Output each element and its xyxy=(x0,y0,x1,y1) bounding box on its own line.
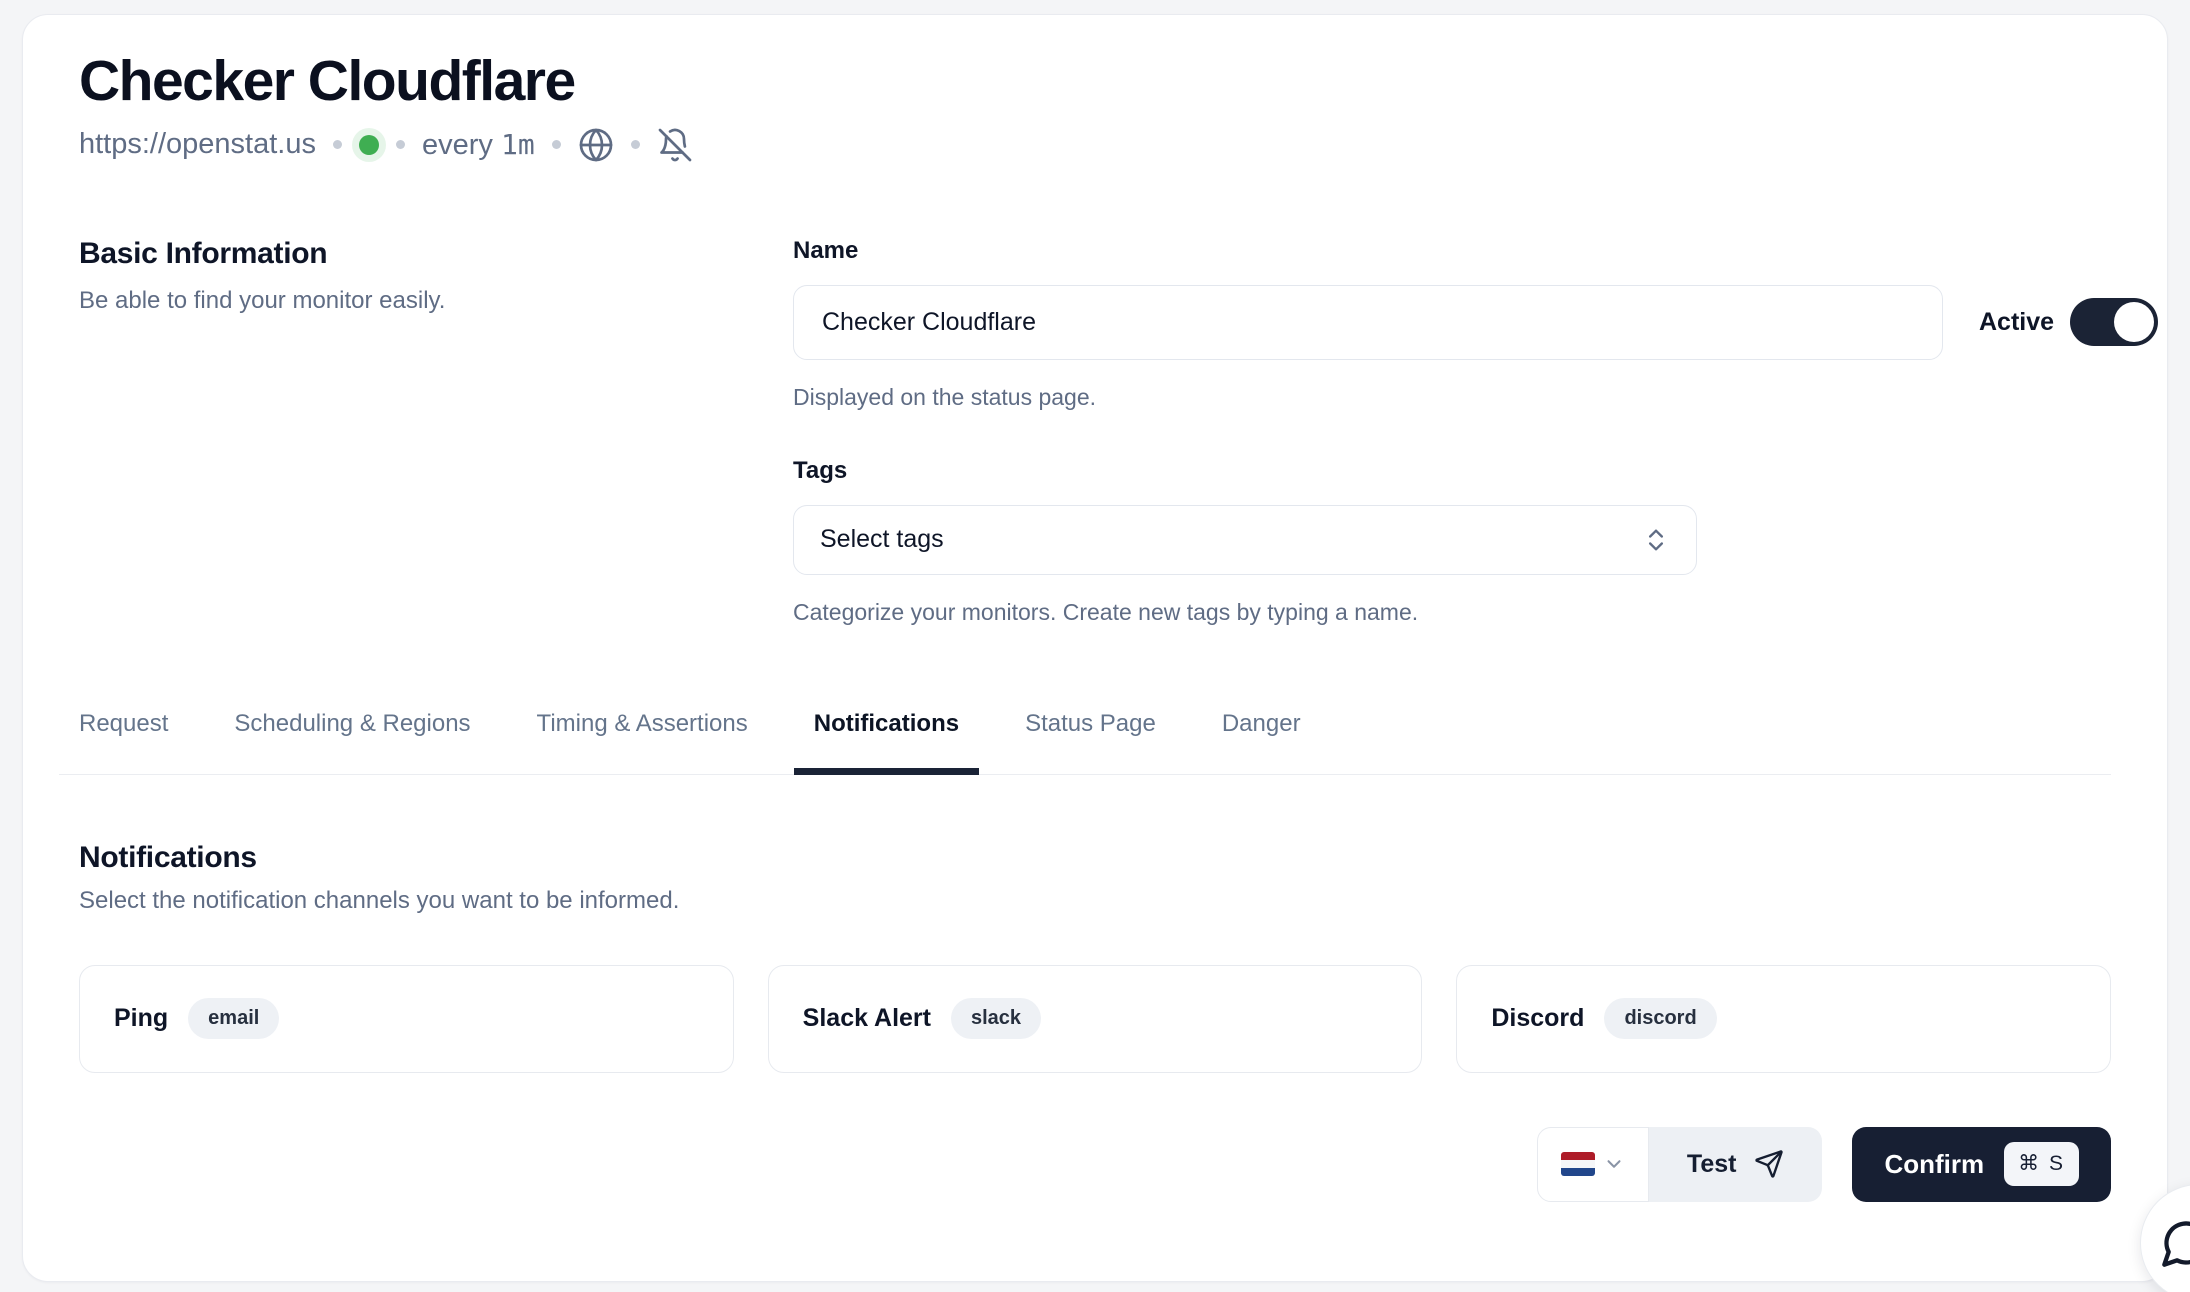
separator-dot xyxy=(551,140,561,150)
tags-select-placeholder: Select tags xyxy=(820,525,944,554)
test-button[interactable]: Test xyxy=(1648,1126,1823,1202)
frequency-value: 1m xyxy=(500,127,535,161)
footer-actions: Test Confirm ⌘ S xyxy=(79,1126,2111,1202)
test-button-label: Test xyxy=(1686,1149,1737,1178)
channel-name: Discord xyxy=(1491,1004,1585,1033)
channel-card-discord[interactable]: Discord discord xyxy=(1456,964,2112,1073)
basic-information-heading: Basic Information xyxy=(79,236,328,270)
separator-dot xyxy=(332,140,342,150)
active-toggle-group: Active xyxy=(1979,298,2159,347)
chevrons-up-down-icon xyxy=(1649,529,1663,551)
active-label: Active xyxy=(1979,307,2055,336)
channel-name: Slack Alert xyxy=(802,1004,931,1033)
tags-help-text: Categorize your monitors. Create new tag… xyxy=(793,598,1419,625)
notifications-heading: Notifications xyxy=(79,840,257,874)
monitor-meta-row: https://openstat.us every 1m xyxy=(79,127,2111,163)
tags-field: Tags Select tags Categorize your monitor… xyxy=(793,457,2158,626)
send-icon xyxy=(1755,1150,1784,1178)
settings-tabs: Request Scheduling & Regions Timing & As… xyxy=(59,710,2111,775)
channel-card-slack-alert[interactable]: Slack Alert slack xyxy=(767,964,1423,1073)
frequency-prefix: every xyxy=(421,128,493,161)
name-field-label: Name xyxy=(793,236,859,264)
basic-information-description: Be able to find your monitor easily. xyxy=(79,286,446,314)
channel-name: Ping xyxy=(114,1004,169,1033)
monitor-url: https://openstat.us xyxy=(79,128,316,161)
basic-information-intro: Basic Information Be able to find your m… xyxy=(79,237,793,626)
name-help-text: Displayed on the status page. xyxy=(793,383,1097,410)
name-input[interactable] xyxy=(793,284,1943,360)
tab-timing-assertions[interactable]: Timing & Assertions xyxy=(517,710,768,775)
chevron-down-icon xyxy=(1607,1160,1621,1168)
tab-notifications[interactable]: Notifications xyxy=(793,710,980,775)
test-region-dropdown[interactable] xyxy=(1536,1126,1649,1202)
confirm-button[interactable]: Confirm ⌘ S xyxy=(1852,1126,2111,1202)
frequency-text: every 1m xyxy=(422,128,535,162)
tab-scheduling-regions[interactable]: Scheduling & Regions xyxy=(214,710,490,775)
tab-danger[interactable]: Danger xyxy=(1202,710,1321,775)
test-button-group: Test xyxy=(1536,1126,1823,1202)
tags-select[interactable]: Select tags xyxy=(793,504,1697,575)
status-up-dot xyxy=(358,134,379,155)
active-toggle[interactable] xyxy=(2070,298,2159,347)
toggle-knob xyxy=(2114,302,2155,343)
tags-field-label: Tags xyxy=(793,456,848,484)
monitor-settings-card: Checker Cloudflare https://openstat.us e… xyxy=(22,14,2168,1282)
separator-dot xyxy=(395,140,405,150)
basic-information-section: Basic Information Be able to find your m… xyxy=(79,237,2159,626)
channel-card-ping[interactable]: Ping email xyxy=(79,964,734,1073)
netherlands-flag-icon xyxy=(1560,1152,1595,1177)
tab-request[interactable]: Request xyxy=(59,710,188,775)
page-title: Checker Cloudflare xyxy=(79,49,576,113)
globe-icon xyxy=(579,128,613,161)
separator-dot xyxy=(630,140,640,150)
channel-provider-badge: email xyxy=(188,998,280,1040)
name-row: Active xyxy=(793,284,2159,360)
notification-channels: Ping email Slack Alert slack Discord dis… xyxy=(79,964,2112,1073)
basic-information-fields: Name Active Displayed on the status page… xyxy=(793,236,2159,626)
confirm-button-label: Confirm xyxy=(1884,1148,1985,1179)
confirm-shortcut-kbd: ⌘ S xyxy=(2004,1142,2079,1186)
channel-provider-badge: slack xyxy=(950,998,1042,1040)
notifications-description: Select the notification channels you wan… xyxy=(79,886,680,914)
bell-off-icon xyxy=(658,128,692,161)
channel-provider-badge: discord xyxy=(1604,998,1717,1040)
message-bubble-icon xyxy=(2162,1221,2190,1267)
tab-status-page[interactable]: Status Page xyxy=(1005,710,1176,775)
